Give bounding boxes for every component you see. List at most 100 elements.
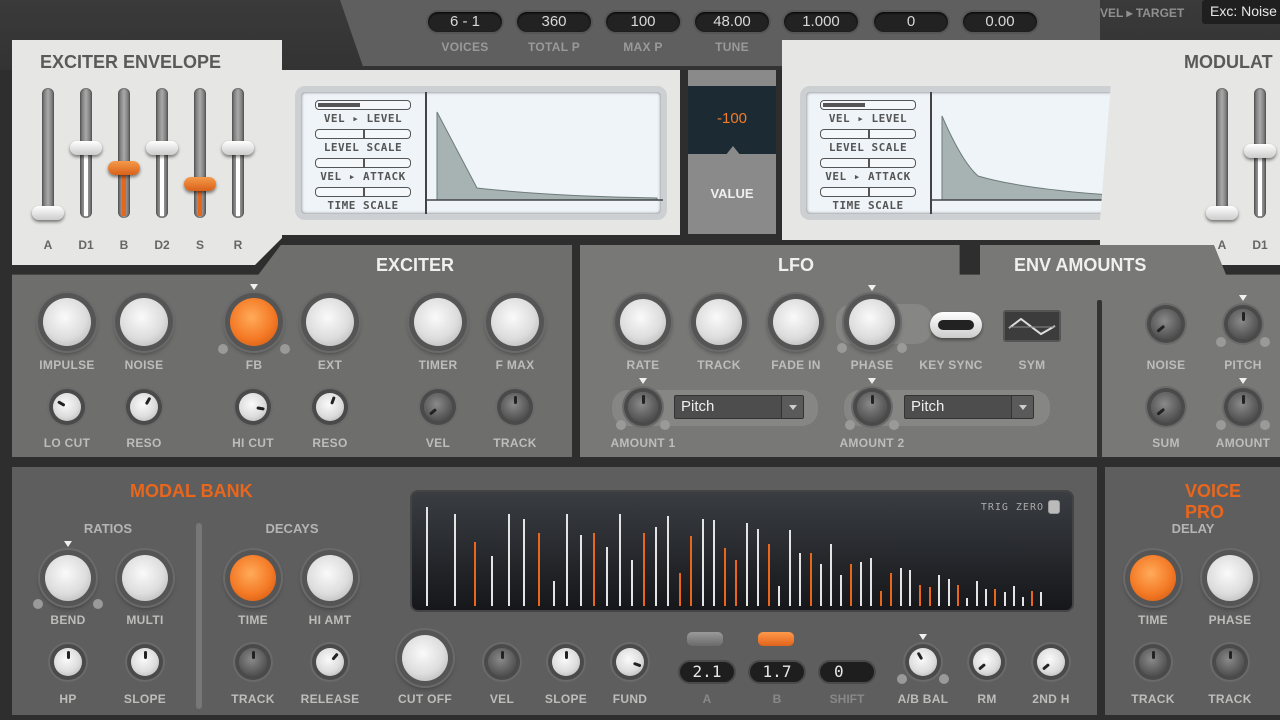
exciter-knob-timer[interactable] xyxy=(414,298,462,346)
fader-handle[interactable] xyxy=(70,141,102,156)
env-amount-amount-knob[interactable] xyxy=(1228,392,1258,422)
mode-spectrum[interactable]: TRIG ZERO xyxy=(410,490,1074,612)
bend-knob[interactable] xyxy=(45,555,91,601)
lfo-knob-fade-in[interactable] xyxy=(773,299,819,345)
mode-line xyxy=(606,546,609,606)
fader-handle[interactable] xyxy=(1206,206,1238,220)
param-field-track[interactable]: 1.000 xyxy=(782,10,860,34)
vel-target-select[interactable]: Exc: Noise xyxy=(1202,0,1280,24)
mod-fader-d1[interactable] xyxy=(1244,88,1276,218)
param-field-max-p[interactable]: 100 xyxy=(604,10,682,34)
trig-zero-checkbox[interactable] xyxy=(1048,500,1060,514)
knob-label: CUT OFF xyxy=(397,692,453,706)
envelope-fader-d1[interactable] xyxy=(70,88,102,218)
envelope-fader-b[interactable] xyxy=(108,88,140,218)
envelope-fader-d2[interactable] xyxy=(146,88,178,218)
mode-line xyxy=(690,536,693,606)
fader-handle[interactable] xyxy=(1244,144,1276,158)
envelope-fader-s[interactable] xyxy=(184,88,216,218)
cutoff-knob[interactable] xyxy=(402,635,448,681)
screen-slider[interactable] xyxy=(315,100,411,110)
select-a-button[interactable] xyxy=(687,632,723,646)
env-amount-pitch-knob[interactable] xyxy=(1228,309,1258,339)
screen-slider[interactable] xyxy=(315,187,411,197)
lfo-amount1-knob[interactable] xyxy=(628,392,658,422)
fader-handle[interactable] xyxy=(32,206,64,220)
screen-slider[interactable] xyxy=(315,129,411,139)
lfo-knob-phase[interactable] xyxy=(849,299,895,345)
hp-knob[interactable] xyxy=(54,648,82,676)
param-field-tune[interactable]: 48.00 xyxy=(693,10,771,34)
screen-slider[interactable] xyxy=(820,100,916,110)
param-field-random[interactable]: 0.00 xyxy=(961,10,1039,34)
exciter-knob-track[interactable] xyxy=(501,393,529,421)
screen-slider[interactable] xyxy=(315,158,411,168)
knob-indicator xyxy=(428,407,437,416)
exciter-knob-f-max[interactable] xyxy=(491,298,539,346)
delay-phase-knob[interactable] xyxy=(1207,555,1253,601)
slope-knob[interactable] xyxy=(131,648,159,676)
hi-amt-knob[interactable] xyxy=(307,555,353,601)
screen-slider[interactable] xyxy=(820,187,916,197)
exciter-knob-ext[interactable] xyxy=(306,298,354,346)
exciter-knob-reso[interactable] xyxy=(316,393,344,421)
param-label: TOTAL P xyxy=(527,40,581,54)
exciter-knob-vel[interactable] xyxy=(424,393,452,421)
amount1-target-select[interactable]: Pitch xyxy=(674,395,804,419)
slider-center xyxy=(868,130,870,138)
decay-time-knob[interactable] xyxy=(230,555,276,601)
mod-fader-a[interactable] xyxy=(1206,88,1238,220)
screen-slider[interactable] xyxy=(820,129,916,139)
a-value-field[interactable]: 2.1 xyxy=(678,660,736,684)
envelope-fader-a[interactable] xyxy=(32,88,64,220)
sym-waveform-button[interactable] xyxy=(1003,310,1061,342)
fader-handle[interactable] xyxy=(108,161,140,176)
envelope-fader-r[interactable] xyxy=(222,88,254,218)
fader-handle[interactable] xyxy=(146,141,178,156)
decay-track-knob[interactable] xyxy=(239,648,267,676)
ab-balance-knob[interactable] xyxy=(909,648,937,676)
fader-label: D1 xyxy=(1252,238,1268,252)
delay-track-knob[interactable] xyxy=(1139,648,1167,676)
exciter-knob-noise[interactable] xyxy=(120,298,168,346)
param-field-total-p[interactable]: 360 xyxy=(515,10,593,34)
lfo-knob-rate[interactable] xyxy=(620,299,666,345)
mode-line xyxy=(799,552,802,606)
mode-line xyxy=(713,519,716,606)
second-harmonic-knob[interactable] xyxy=(1037,648,1065,676)
value-label: VALUE xyxy=(710,186,754,201)
b-value-field[interactable]: 1.7 xyxy=(748,660,806,684)
exciter-knob-reso[interactable] xyxy=(130,393,158,421)
key-sync-toggle[interactable] xyxy=(930,312,982,338)
multi-knob[interactable] xyxy=(122,555,168,601)
exciter-knob-impulse[interactable] xyxy=(43,298,91,346)
delay-time-knob[interactable] xyxy=(1130,555,1176,601)
exciter-knob-fb[interactable] xyxy=(230,298,278,346)
knob-indicator xyxy=(632,661,641,668)
amount2-target-select[interactable]: Pitch xyxy=(904,395,1034,419)
delay-track2-knob[interactable] xyxy=(1216,648,1244,676)
shift-value-field[interactable]: 0 xyxy=(818,660,876,684)
knob-label: NOISE xyxy=(1146,358,1186,372)
param-field-spread[interactable]: 0 xyxy=(872,10,950,34)
exciter-knob-lo-cut[interactable] xyxy=(53,393,81,421)
fader-handle[interactable] xyxy=(222,141,254,156)
slope2-knob[interactable] xyxy=(552,648,580,676)
vel-knob[interactable] xyxy=(488,648,516,676)
screen-slider[interactable] xyxy=(820,158,916,168)
env-amount-sum-knob[interactable] xyxy=(1151,392,1181,422)
mode-line xyxy=(552,581,555,606)
release-knob[interactable] xyxy=(316,648,344,676)
fader-handle[interactable] xyxy=(184,176,216,191)
mode-line xyxy=(918,585,921,606)
lfo-amount2-knob[interactable] xyxy=(857,392,887,422)
exciter-knob-hi-cut[interactable] xyxy=(239,393,267,421)
lfo-knob-track[interactable] xyxy=(696,299,742,345)
rm-knob[interactable] xyxy=(973,648,1001,676)
select-b-button[interactable] xyxy=(758,632,794,646)
knob-indicator xyxy=(513,395,517,405)
fund-knob[interactable] xyxy=(616,648,644,676)
env-amount-noise-knob[interactable] xyxy=(1151,309,1181,339)
param-field-voices[interactable]: 6 - 1 xyxy=(426,10,504,34)
fader-fill xyxy=(160,148,164,216)
